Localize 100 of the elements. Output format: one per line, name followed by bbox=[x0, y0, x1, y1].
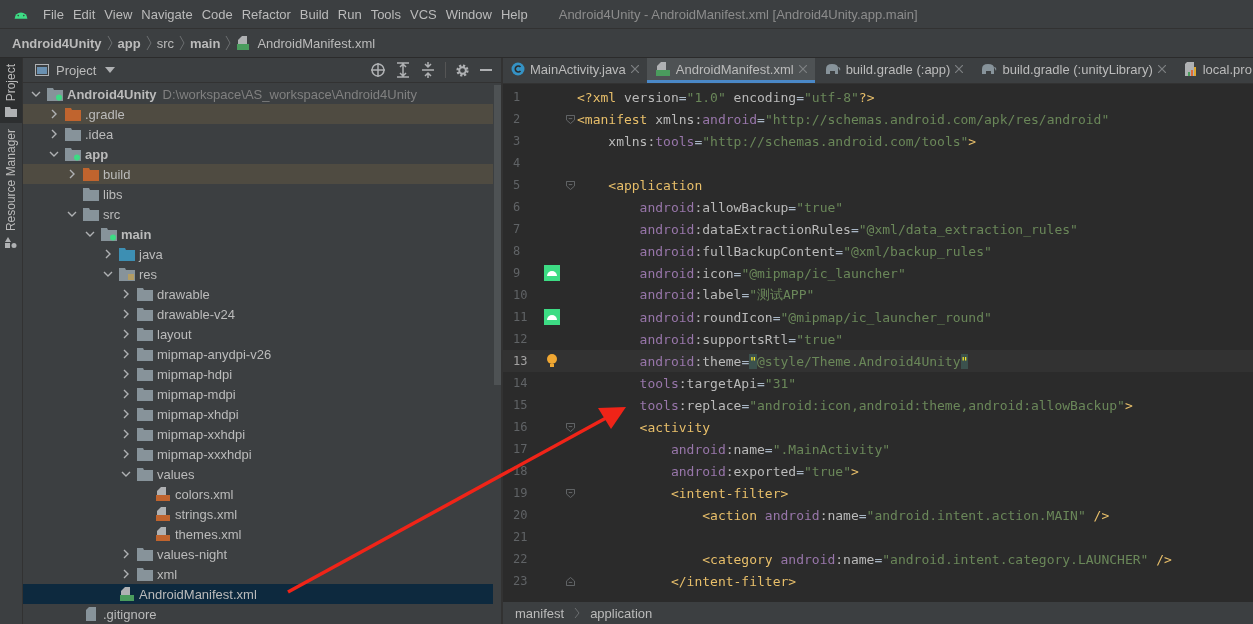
close-icon[interactable] bbox=[955, 65, 964, 73]
menu-item[interactable]: Window bbox=[445, 6, 492, 22]
panel-title[interactable]: Project bbox=[56, 62, 97, 78]
breadcrumb-item[interactable]: AndroidManifest.xml bbox=[257, 35, 376, 51]
code-line: <application bbox=[607, 177, 703, 193]
line-number: 10 bbox=[512, 288, 529, 302]
breadcrumb-item[interactable]: app bbox=[117, 35, 141, 51]
tree-item[interactable]: build bbox=[23, 164, 493, 184]
tree-item[interactable]: layout bbox=[23, 324, 493, 344]
tree-item[interactable]: src bbox=[23, 204, 493, 224]
folder-icon bbox=[137, 547, 153, 561]
tree-item[interactable]: AndroidManifest.xml bbox=[23, 584, 493, 604]
tree-item[interactable]: java bbox=[23, 244, 493, 264]
code-line: android:label="测试APP" bbox=[638, 286, 815, 304]
editor-tab[interactable]: local.pro bbox=[1173, 58, 1253, 83]
line-number: 14 bbox=[512, 376, 529, 390]
close-icon[interactable] bbox=[1157, 65, 1166, 73]
menu-item[interactable]: File bbox=[43, 6, 64, 22]
close-icon[interactable] bbox=[798, 65, 807, 73]
folder-icon bbox=[65, 127, 81, 141]
tree-item[interactable]: app bbox=[23, 144, 493, 164]
code-line: <manifest xmlns:android="http://schemas.android.com/apk/res/android" bbox=[577, 111, 1110, 127]
panel-icon bbox=[35, 64, 49, 76]
menu-item[interactable]: View bbox=[104, 6, 133, 22]
close-icon[interactable] bbox=[630, 65, 639, 73]
line-number: 13 bbox=[512, 354, 529, 368]
fold-icon[interactable] bbox=[565, 422, 575, 432]
menu-item[interactable]: Navigate bbox=[141, 6, 193, 22]
breadcrumb-item[interactable]: Android4Unity bbox=[12, 35, 102, 51]
tree-item[interactable]: .idea bbox=[23, 124, 493, 144]
tree-item[interactable]: values-night bbox=[23, 544, 493, 564]
tree-item[interactable]: mipmap-mdpi bbox=[23, 384, 493, 404]
tree-item[interactable]: mipmap-xxhdpi bbox=[23, 424, 493, 444]
breadcrumb-item[interactable]: application bbox=[590, 605, 653, 621]
menu-item[interactable]: VCS bbox=[410, 6, 437, 22]
android-icon[interactable] bbox=[544, 265, 560, 281]
tree-item[interactable]: strings.xml bbox=[23, 504, 493, 524]
tree-item[interactable]: values bbox=[23, 464, 493, 484]
line-number: 8 bbox=[512, 244, 522, 258]
breadcrumb-item[interactable]: main bbox=[190, 35, 221, 51]
menu-item[interactable]: Edit bbox=[72, 6, 96, 22]
side-tab[interactable]: Resource Manager bbox=[0, 123, 22, 256]
dropdown-caret-icon[interactable] bbox=[105, 67, 116, 73]
side-tab[interactable]: Project bbox=[0, 58, 22, 124]
chevron-icon bbox=[179, 35, 186, 51]
tree-item[interactable]: main bbox=[23, 224, 493, 244]
tree-item[interactable]: mipmap-anydpi-v26 bbox=[23, 344, 493, 364]
menu-item[interactable]: Refactor bbox=[241, 6, 291, 22]
menu-item[interactable]: Code bbox=[201, 6, 233, 22]
tree-item[interactable]: libs bbox=[23, 184, 493, 204]
tree-item[interactable]: Android4Unity D:\workspace\AS_workspace\Android4Unity bbox=[23, 84, 493, 104]
tree-item[interactable]: mipmap-xhdpi bbox=[23, 404, 493, 424]
editor-tab[interactable]: build.gradle (:app) bbox=[814, 58, 972, 83]
tree-item[interactable]: .gitignore bbox=[23, 604, 493, 624]
editor-tab[interactable]: build.gradle (:unityLibrary) bbox=[971, 58, 1174, 83]
folder-icon bbox=[137, 327, 153, 341]
tree-item[interactable]: xml bbox=[23, 564, 493, 584]
editor-tab[interactable]: MainActivity.java bbox=[503, 58, 647, 83]
tree-item[interactable]: res bbox=[23, 264, 493, 284]
tree-item[interactable]: drawable-v24 bbox=[23, 304, 493, 324]
breadcrumb-item[interactable]: manifest bbox=[515, 605, 565, 621]
menu-item[interactable]: Tools bbox=[370, 6, 401, 22]
line-number: 22 bbox=[512, 552, 529, 566]
folder-icon bbox=[119, 247, 135, 261]
line-number: 11 bbox=[512, 310, 529, 324]
fold-icon[interactable] bbox=[565, 180, 575, 190]
expand-all-icon[interactable] bbox=[395, 62, 411, 78]
code-line: <intent-filter> bbox=[669, 485, 789, 501]
elephant-icon bbox=[979, 63, 998, 75]
code-line: xmlns:tools="http://schemas.android.com/tools"> bbox=[607, 133, 977, 149]
folder-icon bbox=[137, 367, 153, 381]
scrollbar[interactable] bbox=[494, 85, 501, 385]
tree-item[interactable]: colors.xml bbox=[23, 484, 493, 504]
shapes-icon bbox=[5, 237, 17, 250]
fold-icon[interactable] bbox=[565, 576, 575, 586]
tree-item[interactable]: mipmap-hdpi bbox=[23, 364, 493, 384]
code-line: <category android:name="android.intent.category.LAUNCHER" /> bbox=[701, 551, 1172, 567]
tree-item[interactable]: mipmap-xxxhdpi bbox=[23, 444, 493, 464]
settings-icon[interactable] bbox=[455, 62, 470, 78]
code-line: <action android:name="android.intent.action.MAIN" /> bbox=[701, 507, 1110, 523]
fold-icon[interactable] bbox=[565, 114, 575, 124]
locate-icon[interactable] bbox=[370, 62, 386, 78]
code-line: android:roundIcon="@mipmap/ic_launcher_round" bbox=[638, 309, 992, 325]
android-icon[interactable] bbox=[544, 309, 560, 325]
fold-icon[interactable] bbox=[565, 488, 575, 498]
tree-item[interactable]: drawable bbox=[23, 284, 493, 304]
line-number: 2 bbox=[512, 112, 522, 126]
editor-tab[interactable]: AndroidManifest.xml bbox=[646, 58, 815, 83]
breadcrumb-item[interactable]: src bbox=[156, 35, 175, 51]
menu-item[interactable]: Help bbox=[500, 6, 528, 22]
collapse-all-icon[interactable] bbox=[420, 62, 436, 78]
line-number: 23 bbox=[512, 574, 529, 588]
lightbulb-icon[interactable] bbox=[546, 353, 558, 369]
tree-item[interactable]: themes.xml bbox=[23, 524, 493, 544]
menu-item[interactable]: Run bbox=[337, 6, 362, 22]
menu-item[interactable]: Build bbox=[299, 6, 329, 22]
folder-icon bbox=[137, 347, 153, 361]
line-number: 21 bbox=[512, 530, 529, 544]
tree-item[interactable]: .gradle bbox=[23, 104, 493, 124]
manifest-file-icon bbox=[654, 61, 671, 77]
